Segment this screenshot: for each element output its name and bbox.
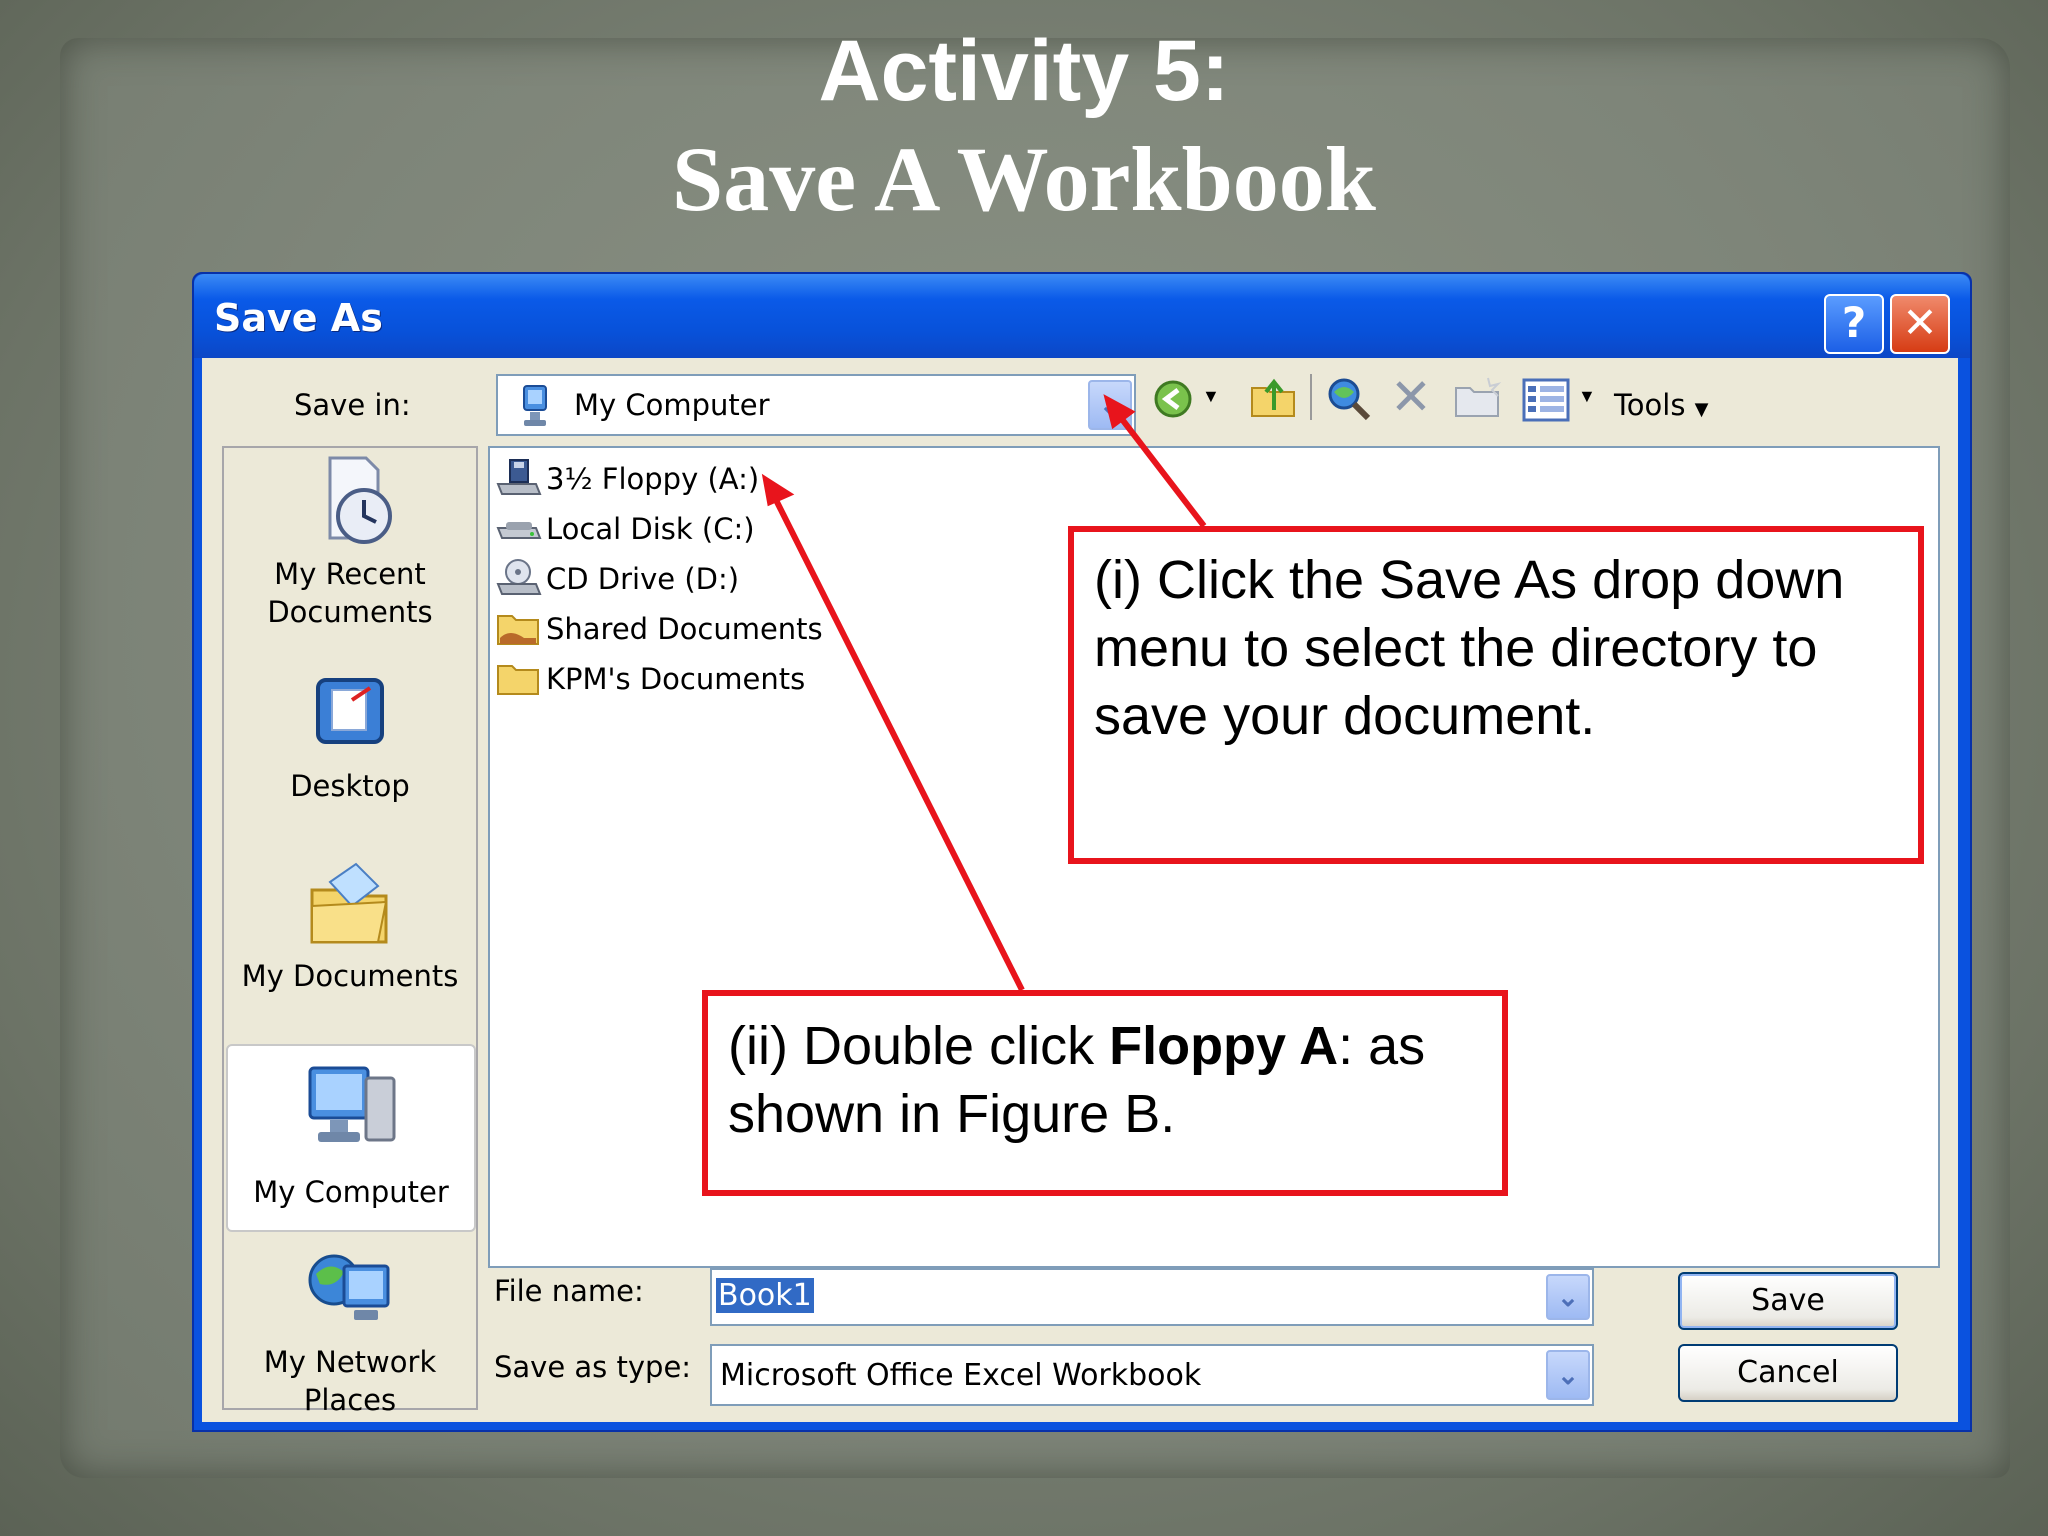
file-label: 3½ Floppy (A:) bbox=[546, 462, 760, 496]
recent-documents-icon bbox=[328, 456, 392, 544]
place-label: Places bbox=[303, 1383, 397, 1417]
help-button[interactable]: ? bbox=[1824, 294, 1884, 354]
callout-2-text: : as bbox=[1338, 1016, 1426, 1076]
dialog-titlebar[interactable]: Save As ? ✕ bbox=[194, 274, 1970, 358]
callout-2-bold: Floppy A bbox=[1109, 1016, 1339, 1076]
save-as-type-label: Save as type: bbox=[494, 1350, 692, 1384]
back-dropdown-icon[interactable]: ▼ bbox=[1202, 386, 1220, 407]
callout-1-line3: save your document. bbox=[1094, 686, 1596, 746]
file-label: Shared Documents bbox=[546, 612, 823, 646]
place-label: Documents bbox=[267, 595, 433, 629]
cancel-button[interactable]: Cancel bbox=[1678, 1344, 1898, 1402]
dialog-title: Save As bbox=[214, 296, 383, 340]
place-label: My Computer bbox=[253, 1175, 449, 1209]
save-as-type-select[interactable]: Microsoft Office Excel Workbook ⌄ bbox=[710, 1344, 1594, 1406]
views-dropdown-icon[interactable]: ▼ bbox=[1578, 386, 1596, 407]
file-name-label: File name: bbox=[494, 1274, 644, 1308]
slide-title-line2: Save A Workbook bbox=[672, 128, 1376, 230]
my-computer-icon bbox=[308, 1066, 396, 1142]
place-desktop[interactable]: Desktop bbox=[224, 666, 476, 816]
list-item-cd-drive[interactable]: CD Drive (D:) bbox=[496, 558, 739, 600]
place-label: My Recent bbox=[274, 557, 426, 591]
search-web-icon[interactable] bbox=[1324, 374, 1372, 422]
save-in-dropdown-button[interactable]: ⌄ bbox=[1088, 380, 1132, 430]
chevron-down-icon: ⌄ bbox=[1557, 1282, 1579, 1312]
my-computer-icon bbox=[523, 385, 547, 426]
save-as-type-value: Microsoft Office Excel Workbook bbox=[720, 1358, 1202, 1393]
hard-disk-icon bbox=[496, 522, 542, 539]
slide-title-line1: Activity 5: bbox=[818, 23, 1230, 119]
tools-menu-label: Tools bbox=[1614, 388, 1686, 422]
folder-icon bbox=[497, 665, 539, 695]
shared-folder-icon bbox=[497, 615, 539, 645]
views-icon[interactable] bbox=[1522, 378, 1570, 422]
network-places-icon bbox=[308, 1254, 390, 1320]
file-label: KPM's Documents bbox=[546, 662, 806, 696]
place-recent-documents[interactable]: My Recent Documents bbox=[224, 454, 476, 644]
list-item-shared-documents[interactable]: Shared Documents bbox=[496, 608, 823, 650]
toolbar-separator bbox=[1310, 374, 1312, 420]
chevron-down-icon: ⌄ bbox=[1557, 1360, 1579, 1390]
file-label: CD Drive (D:) bbox=[546, 562, 740, 596]
delete-icon[interactable]: ✕ bbox=[1390, 368, 1432, 426]
desktop-icon bbox=[316, 678, 384, 744]
places-bar: My Recent Documents Desktop My Documents bbox=[222, 446, 478, 1417]
close-button[interactable]: ✕ bbox=[1890, 294, 1950, 354]
callout-1-line1: (i) Click the Save As drop down bbox=[1094, 550, 1845, 610]
file-label: Local Disk (C:) bbox=[546, 512, 755, 546]
callout-1-line2: menu to select the directory to bbox=[1094, 618, 1818, 678]
place-my-documents[interactable]: My Documents bbox=[224, 856, 476, 1006]
list-item-local-disk[interactable]: Local Disk (C:) bbox=[496, 508, 755, 550]
my-documents-icon bbox=[310, 862, 388, 944]
chevron-down-icon: ⌄ bbox=[1099, 390, 1121, 420]
new-folder-icon[interactable] bbox=[1454, 376, 1502, 420]
save-in-dropdown[interactable]: My Computer ⌄ bbox=[496, 374, 1136, 436]
file-name-dropdown-button[interactable]: ⌄ bbox=[1546, 1274, 1590, 1320]
file-name-input[interactable]: Book1 ⌄ bbox=[710, 1268, 1594, 1326]
callout-2-line2: shown in Figure B. bbox=[728, 1084, 1176, 1144]
place-network-places[interactable]: My Network Places bbox=[224, 1248, 476, 1417]
list-item-kpm-documents[interactable]: KPM's Documents bbox=[496, 658, 805, 700]
back-arrow-icon[interactable] bbox=[1152, 378, 1194, 420]
callout-2-line1: (ii) Double click Floppy A: as bbox=[728, 1012, 1482, 1080]
place-my-computer[interactable]: My Computer bbox=[226, 1044, 476, 1232]
dialog-client-area: Save in: My Computer ⌄ ▼ ✕ ▼ Tools ▼ My … bbox=[202, 358, 1958, 1422]
save-in-label: Save in: bbox=[294, 388, 411, 422]
cd-drive-icon bbox=[496, 559, 542, 595]
place-label: My Network bbox=[263, 1345, 437, 1379]
list-item-floppy[interactable]: 3½ Floppy (A:) bbox=[496, 458, 759, 500]
floppy-drive-icon bbox=[496, 459, 542, 495]
callout-2-text: (ii) Double click bbox=[728, 1016, 1110, 1076]
save-in-value: My Computer bbox=[574, 388, 770, 422]
tools-menu[interactable]: Tools ▼ bbox=[1614, 388, 1709, 422]
place-label: Desktop bbox=[290, 769, 410, 803]
place-label: My Documents bbox=[241, 959, 459, 993]
save-button[interactable]: Save bbox=[1678, 1272, 1898, 1330]
save-as-type-dropdown-button[interactable]: ⌄ bbox=[1546, 1350, 1590, 1400]
up-folder-icon[interactable] bbox=[1250, 376, 1298, 420]
tools-dropdown-icon: ▼ bbox=[1694, 399, 1709, 420]
callout-instruction-2: (ii) Double click Floppy A: as shown in … bbox=[702, 990, 1508, 1196]
callout-instruction-1: (i) Click the Save As drop down menu to … bbox=[1068, 526, 1924, 864]
file-name-value: Book1 bbox=[716, 1278, 814, 1313]
